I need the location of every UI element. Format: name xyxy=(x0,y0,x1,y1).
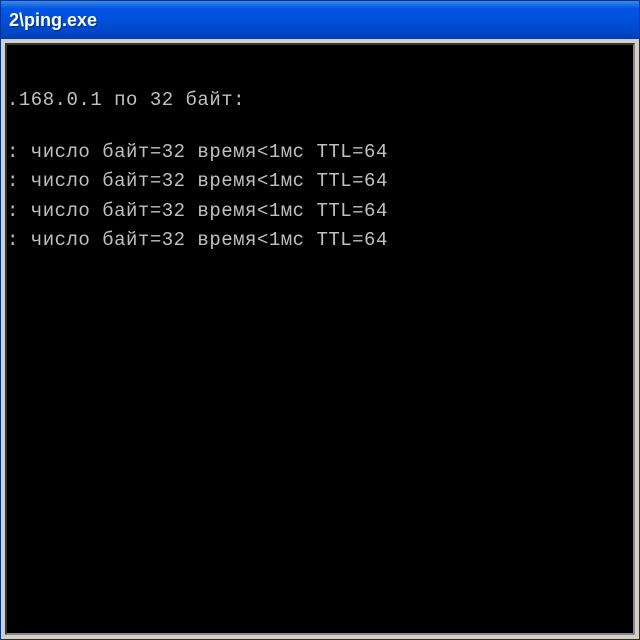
ping-reply-line: : число байт=32 время<1мс TTL=64 xyxy=(7,167,633,196)
ping-reply-line: : число байт=32 время<1мс TTL=64 xyxy=(7,226,633,255)
window-title: 2\ping.exe xyxy=(9,10,97,31)
console-output[interactable]: .168.0.1 по 32 байт:: число байт=32 врем… xyxy=(5,43,635,635)
window-frame: 2\ping.exe .168.0.1 по 32 байт:: число б… xyxy=(0,0,640,640)
ping-header-line: .168.0.1 по 32 байт: xyxy=(7,86,633,115)
ping-reply-line: : число байт=32 время<1мс TTL=64 xyxy=(7,138,633,167)
ping-reply-line: : число байт=32 время<1мс TTL=64 xyxy=(7,197,633,226)
console-container: .168.0.1 по 32 байт:: число байт=32 врем… xyxy=(1,39,639,639)
titlebar[interactable]: 2\ping.exe xyxy=(1,1,639,39)
